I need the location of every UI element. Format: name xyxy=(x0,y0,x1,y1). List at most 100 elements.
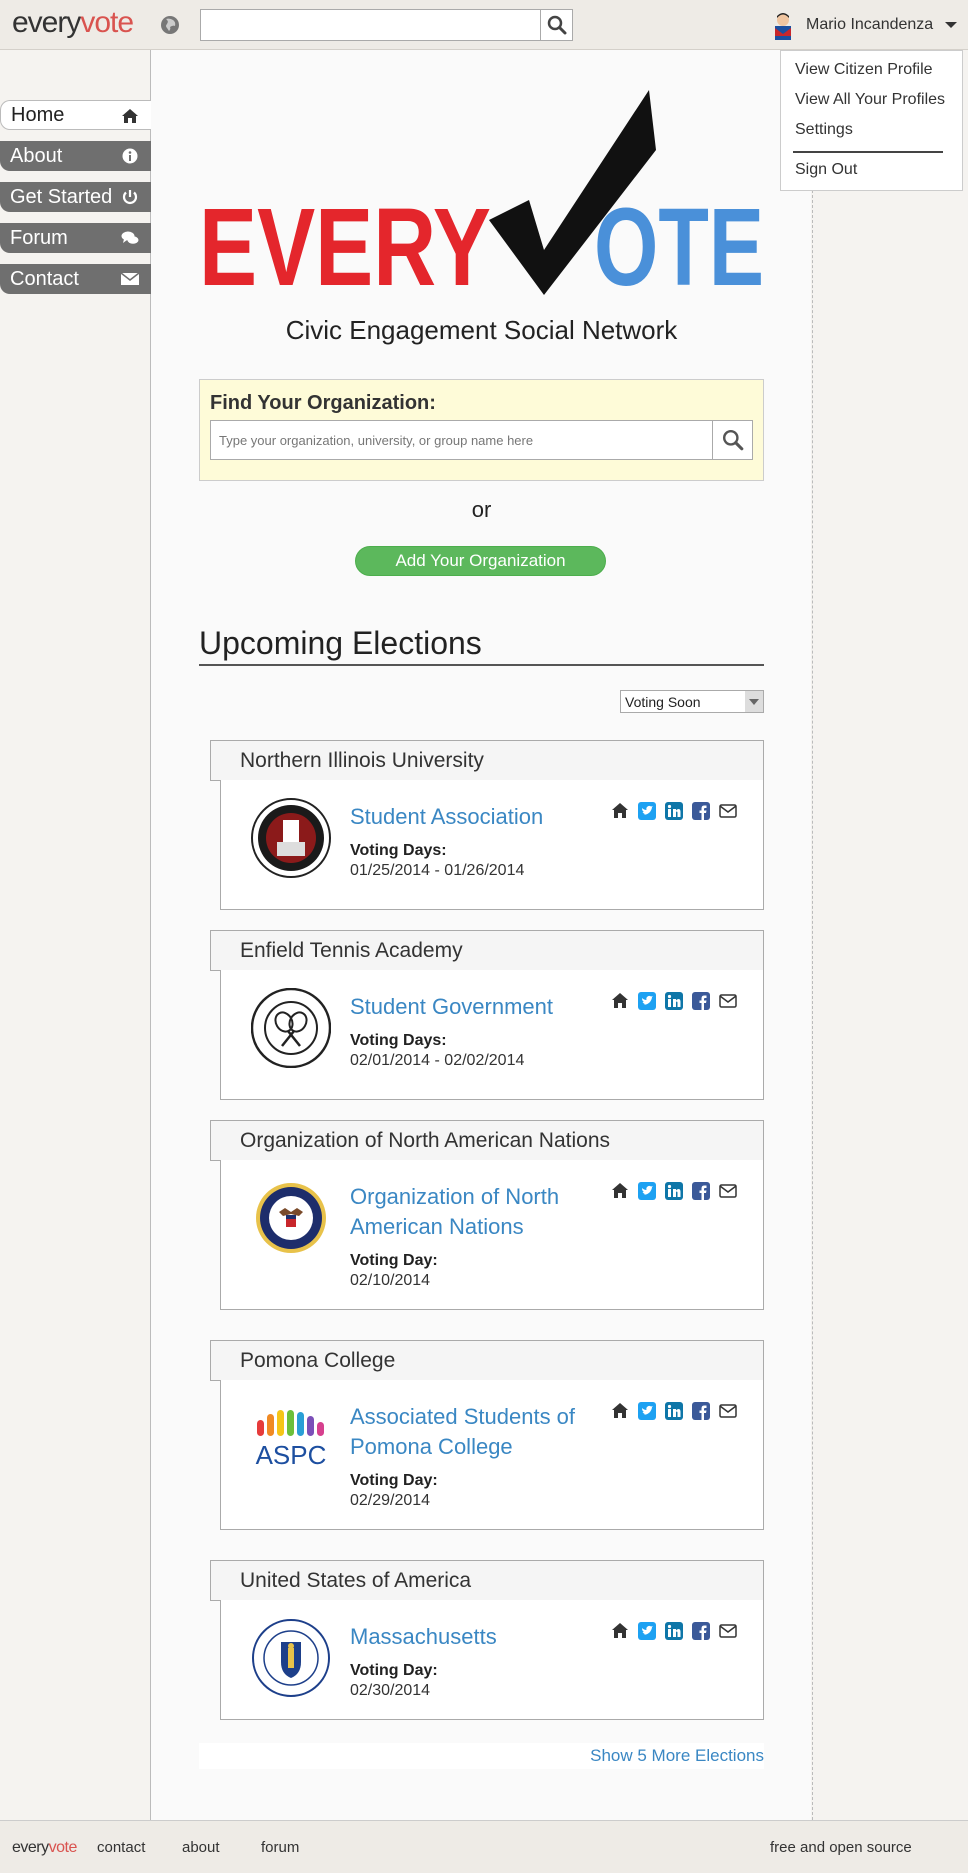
home-icon[interactable] xyxy=(611,1622,629,1640)
user-name: Mario Incandenza xyxy=(806,16,934,33)
envelope-icon[interactable] xyxy=(719,992,737,1010)
organization-search-button[interactable] xyxy=(712,421,752,459)
election-body: Massachusetts Voting Day: 02/30/2014 xyxy=(220,1600,764,1720)
facebook-icon[interactable] xyxy=(692,1622,710,1640)
election-body: Student Association Voting Days: 01/25/2… xyxy=(220,780,764,910)
twitter-icon[interactable] xyxy=(638,802,656,820)
voting-day-label: Voting Day: xyxy=(350,1662,438,1679)
footer-link-forum[interactable]: forum xyxy=(261,1839,299,1856)
envelope-icon[interactable] xyxy=(719,802,737,820)
twitter-icon[interactable] xyxy=(638,1402,656,1420)
election-title[interactable]: Associated Students of Pomona College xyxy=(350,1402,610,1462)
twitter-icon[interactable] xyxy=(638,1622,656,1640)
linkedin-icon[interactable] xyxy=(665,802,683,820)
facebook-icon[interactable] xyxy=(692,802,710,820)
home-icon[interactable] xyxy=(611,992,629,1010)
organization-search-input[interactable] xyxy=(211,421,711,459)
election-social-links xyxy=(611,1622,737,1640)
show-more-elections-link[interactable]: Show 5 More Elections xyxy=(199,1743,764,1769)
linkedin-icon[interactable] xyxy=(665,992,683,1010)
election-organization[interactable]: Pomona College xyxy=(210,1340,764,1381)
chevron-down-icon xyxy=(945,22,958,28)
user-menu-toggle[interactable]: Mario Incandenza xyxy=(770,10,958,40)
voting-dates: 02/01/2014 - 02/02/2014 xyxy=(350,1052,525,1069)
sidebar-item-contact[interactable]: Contact xyxy=(0,264,151,294)
election-title[interactable]: Organization of North American Nations xyxy=(350,1182,610,1242)
voting-dates: 02/29/2014 xyxy=(350,1492,431,1509)
sidebar-item-about[interactable]: About xyxy=(0,141,151,171)
election-body: ASPC Associated Students of Pomona Colle… xyxy=(220,1380,764,1530)
home-icon[interactable] xyxy=(611,802,629,820)
voting-day-label: Voting Day: xyxy=(350,1252,438,1269)
menu-divider xyxy=(793,151,943,153)
add-organization-button[interactable]: Add Your Organization xyxy=(355,546,606,576)
menu-item-view-all-profiles[interactable]: View All Your Profiles xyxy=(795,91,945,109)
footer-brand[interactable]: everyvote xyxy=(12,1839,77,1857)
search-icon xyxy=(547,15,566,35)
election-title[interactable]: Massachusetts xyxy=(350,1622,610,1652)
sidebar-item-label: About xyxy=(10,144,63,167)
niu-seal-icon[interactable] xyxy=(251,798,331,878)
brand-text-vote: vote xyxy=(80,6,134,39)
election-social-links xyxy=(611,802,737,820)
home-icon xyxy=(122,109,138,123)
find-organization-panel: Find Your Organization: xyxy=(199,379,764,481)
linkedin-icon[interactable] xyxy=(665,1402,683,1420)
menu-item-view-citizen-profile[interactable]: View Citizen Profile xyxy=(795,61,933,79)
brand-text-every: every xyxy=(12,6,81,39)
sidebar-item-get-started[interactable]: Get Started xyxy=(0,182,151,212)
globe-icon[interactable] xyxy=(160,15,180,35)
or-separator: or xyxy=(471,497,492,522)
envelope-icon[interactable] xyxy=(719,1402,737,1420)
organization-search xyxy=(210,420,753,460)
content-divider xyxy=(812,190,813,1820)
voting-dates: 01/25/2014 - 01/26/2014 xyxy=(350,862,525,879)
envelope-icon[interactable] xyxy=(719,1182,737,1200)
home-icon[interactable] xyxy=(611,1402,629,1420)
sidebar-item-forum[interactable]: Forum xyxy=(0,223,151,253)
linkedin-icon[interactable] xyxy=(665,1182,683,1200)
sidebar-item-label: Forum xyxy=(10,226,68,249)
envelope-icon[interactable] xyxy=(719,1622,737,1640)
menu-item-settings[interactable]: Settings xyxy=(795,121,853,139)
menu-item-sign-out[interactable]: Sign Out xyxy=(795,161,857,179)
massachusetts-seal-icon[interactable] xyxy=(251,1618,331,1698)
footer-brand-vote: vote xyxy=(48,1839,78,1856)
global-search xyxy=(200,9,573,41)
voting-days-label: Voting Days: xyxy=(350,1032,447,1049)
facebook-icon[interactable] xyxy=(692,1182,710,1200)
brand-logo[interactable]: everyvote xyxy=(12,6,134,40)
election-organization[interactable]: Northern Illinois University xyxy=(210,740,764,781)
aspc-logo-icon[interactable]: ASPC xyxy=(251,1398,331,1478)
footer-link-contact[interactable]: contact xyxy=(97,1839,145,1856)
tennis-academy-seal-icon[interactable] xyxy=(251,988,331,1068)
facebook-icon[interactable] xyxy=(692,992,710,1010)
user-dropdown-menu: View Citizen Profile View All Your Profi… xyxy=(780,50,963,191)
global-search-button[interactable] xyxy=(540,10,572,40)
tagline: Civic Engagement Social Network xyxy=(285,315,678,345)
footer-brand-every: every xyxy=(12,1839,49,1856)
footer-link-about[interactable]: about xyxy=(182,1839,220,1856)
twitter-icon[interactable] xyxy=(638,992,656,1010)
home-icon[interactable] xyxy=(611,1182,629,1200)
election-organization[interactable]: United States of America xyxy=(210,1560,764,1601)
election-organization[interactable]: Enfield Tennis Academy xyxy=(210,930,764,971)
election-title[interactable]: Student Government xyxy=(350,992,610,1022)
footer: everyvote contact about forum free and o… xyxy=(0,1820,968,1873)
chevron-down-icon xyxy=(745,691,763,712)
comments-icon xyxy=(121,231,139,244)
election-title[interactable]: Student Association xyxy=(350,802,610,832)
election-organization[interactable]: Organization of North American Nations xyxy=(210,1120,764,1161)
facebook-icon[interactable] xyxy=(692,1402,710,1420)
global-search-input[interactable] xyxy=(201,10,541,40)
linkedin-icon[interactable] xyxy=(665,1622,683,1640)
twitter-icon[interactable] xyxy=(638,1182,656,1200)
voting-dates: 02/30/2014 xyxy=(350,1682,431,1699)
voting-day-label: Voting Day: xyxy=(350,1472,438,1489)
election-social-links xyxy=(611,1182,737,1200)
onan-seal-icon[interactable] xyxy=(251,1178,331,1258)
election-sort-select[interactable]: Voting Soon xyxy=(620,690,764,713)
svg-text:OTE: OTE xyxy=(594,186,764,300)
footer-open-source-text[interactable]: free and open source xyxy=(770,1839,912,1856)
sidebar-item-home[interactable]: Home xyxy=(0,100,151,130)
